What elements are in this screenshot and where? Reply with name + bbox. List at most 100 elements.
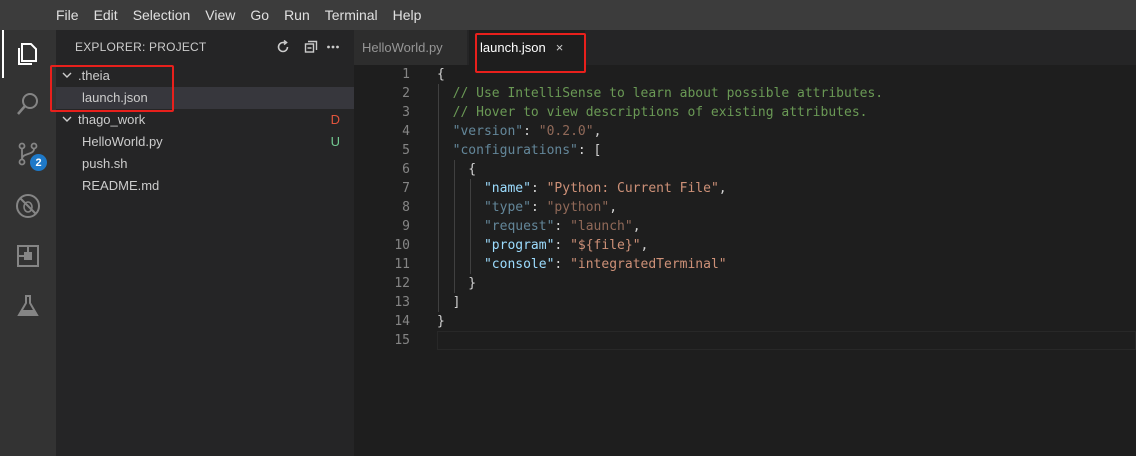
code-token: { xyxy=(437,162,477,177)
code-token: : xyxy=(530,181,547,196)
menu-help[interactable]: Help xyxy=(393,7,422,23)
line-number: 1 xyxy=(402,67,410,82)
editor-tab-bar: HelloWorld.py launch.json × xyxy=(354,30,1136,65)
tab-helloworld-py[interactable]: HelloWorld.py xyxy=(354,30,467,65)
menu-go[interactable]: Go xyxy=(250,7,269,23)
code-line: "console": "integratedTerminal" xyxy=(437,255,727,274)
code-token: "integratedTerminal" xyxy=(570,257,727,272)
code-token: "python" xyxy=(546,200,610,215)
code-token: , xyxy=(593,124,602,139)
extensions-icon[interactable] xyxy=(4,232,52,280)
line-number: 15 xyxy=(394,333,410,348)
line-number: 12 xyxy=(394,276,410,291)
tree-folder-thago-work[interactable]: thago_work D xyxy=(56,109,354,131)
code-token: , xyxy=(609,200,618,215)
chevron-down-icon xyxy=(62,116,72,122)
explorer-header: EXPLORER: PROJECT xyxy=(56,30,354,62)
code-token: "Python: Current File" xyxy=(546,181,719,196)
refresh-icon[interactable] xyxy=(272,36,294,58)
code-token: } xyxy=(437,314,445,329)
untracked-decoration: U xyxy=(330,134,340,149)
explorer-icon[interactable] xyxy=(2,30,52,78)
line-number: 9 xyxy=(402,219,410,234)
code-token: "request" xyxy=(483,219,555,234)
code-token: : xyxy=(554,238,571,253)
code-line: } xyxy=(437,274,476,293)
search-icon[interactable] xyxy=(4,80,52,128)
code-token: // Hover to view descriptions of existin… xyxy=(437,105,868,120)
code-line: "program": "${file}", xyxy=(437,236,648,255)
tree-item-label: HelloWorld.py xyxy=(82,134,163,149)
code-token: , xyxy=(718,181,727,196)
code-line: { xyxy=(437,65,445,84)
code-token: : xyxy=(554,257,571,272)
code-token: "0.2.0" xyxy=(538,124,594,139)
line-number: 11 xyxy=(394,257,410,272)
highlight-box-tab xyxy=(475,33,586,73)
explorer-title: EXPLORER: PROJECT xyxy=(75,40,207,54)
line-number: 14 xyxy=(394,314,410,329)
line-number: 13 xyxy=(394,295,410,310)
tree-item-label: README.md xyxy=(82,178,160,193)
code-line: ] xyxy=(437,293,461,312)
code-line: "configurations": [ xyxy=(437,141,602,160)
line-number: 7 xyxy=(402,181,410,196)
code-token: : xyxy=(530,200,547,215)
code-token: , xyxy=(640,238,649,253)
tree-file-push-sh[interactable]: push.sh xyxy=(56,153,354,175)
menu-file[interactable]: File xyxy=(56,7,79,23)
line-number: 3 xyxy=(402,105,410,120)
menu-selection[interactable]: Selection xyxy=(133,7,191,23)
line-number: 6 xyxy=(402,162,410,177)
code-token: { xyxy=(437,67,445,82)
code-line: "type": "python", xyxy=(437,198,617,217)
deleted-decoration: D xyxy=(330,112,340,127)
code-line: "name": "Python: Current File", xyxy=(437,179,727,198)
code-line: "version": "0.2.0", xyxy=(437,122,602,141)
code-token: : xyxy=(554,219,571,234)
code-token: "version" xyxy=(452,124,524,139)
more-icon[interactable] xyxy=(322,36,344,58)
code-token: : [ xyxy=(577,143,602,158)
tab-label: HelloWorld.py xyxy=(362,40,443,55)
menu-bar: File Edit Selection View Go Run Terminal Help xyxy=(0,0,1136,30)
line-number: 10 xyxy=(394,238,410,253)
code-editor[interactable]: 1 2 3 4 5 6 7 8 9 10 11 12 13 14 15{ // Use IntelliSen… xyxy=(354,65,1136,456)
line-number: 8 xyxy=(402,200,410,215)
menu-view[interactable]: View xyxy=(205,7,235,23)
code-token: : xyxy=(523,124,539,139)
code-token: "name" xyxy=(483,181,531,196)
tree-file-helloworld-py[interactable]: HelloWorld.py U xyxy=(56,131,354,153)
debug-icon[interactable] xyxy=(4,182,52,230)
menu-edit[interactable]: Edit xyxy=(94,7,118,23)
source-control-icon[interactable] xyxy=(4,130,52,178)
test-flask-icon[interactable] xyxy=(4,282,52,330)
code-token: // Use IntelliSense to learn about possi… xyxy=(437,86,884,101)
tree-file-readme-md[interactable]: README.md xyxy=(56,175,354,197)
collapse-all-icon[interactable] xyxy=(300,36,322,58)
code-line: { xyxy=(437,160,476,179)
tree-item-label: push.sh xyxy=(82,156,128,171)
code-line: // Hover to view descriptions of existin… xyxy=(437,103,868,122)
code-line: } xyxy=(437,312,445,331)
code-line: "request": "launch", xyxy=(437,217,641,236)
code-token: , xyxy=(632,219,641,234)
code-token: "program" xyxy=(483,238,555,253)
code-line: // Use IntelliSense to learn about possi… xyxy=(437,84,883,103)
code-token: "launch" xyxy=(570,219,633,234)
activity-bar: 2 xyxy=(0,30,56,456)
line-number: 5 xyxy=(402,143,410,158)
line-number: 2 xyxy=(402,86,410,101)
menu-terminal[interactable]: Terminal xyxy=(325,7,378,23)
code-token: ] xyxy=(437,295,461,310)
menu-run[interactable]: Run xyxy=(284,7,310,23)
tree-item-label: thago_work xyxy=(78,112,146,127)
current-line-highlight xyxy=(437,331,1136,350)
code-token: "type" xyxy=(483,200,531,215)
